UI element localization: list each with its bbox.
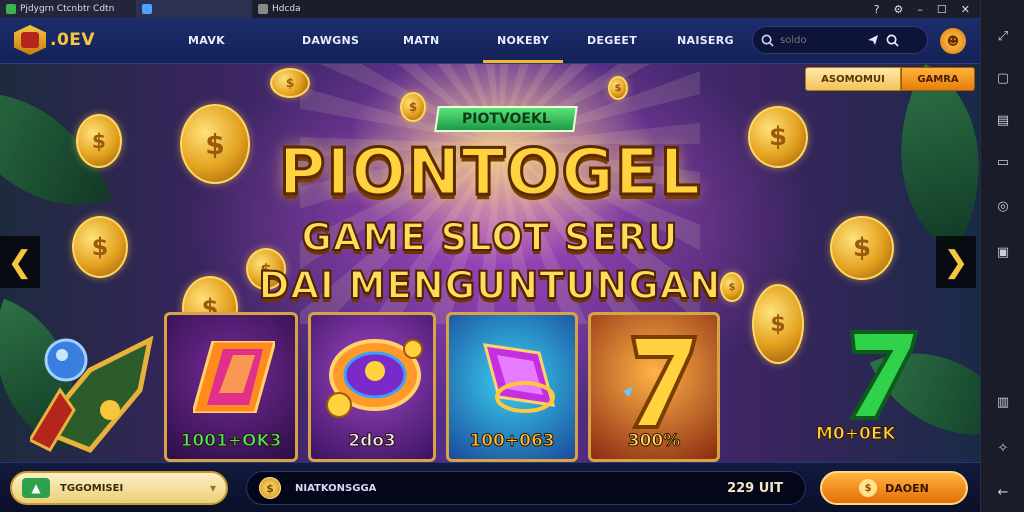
browser-tab[interactable]: Hdcda [252, 0, 362, 18]
green-seven-icon [848, 330, 919, 420]
nav-item-mavk[interactable]: MAVK [188, 34, 225, 47]
emulator-toolbar: ⤢ ▢ ▤ ▭ ◎ ▣ ▥ ✧ ← [980, 0, 1024, 512]
browser-tab[interactable]: Pjdygrn Ctcnbtr Cdtn [0, 0, 136, 18]
balance-amount: 229 UIT [727, 480, 783, 496]
screenshot-icon[interactable]: ▢ [993, 68, 1013, 88]
hero-title: PIONTOGEL [277, 135, 702, 212]
game-card[interactable]: 300% [588, 312, 720, 462]
notification-icon[interactable] [866, 33, 880, 47]
folder-icon[interactable]: ▤ [993, 110, 1013, 130]
lucky-seven-icon [623, 335, 698, 429]
chevron-left-icon: ❮ [7, 244, 33, 280]
browser-tab-active[interactable] [136, 0, 252, 18]
app-favicon-icon [258, 4, 268, 14]
site-navbar: .0EV MAVK DAWGNS MATN NOKEBY DEGEET NAIS… [0, 18, 980, 64]
card-label: 100+063 [469, 431, 555, 452]
maximize-icon[interactable]: ☐ [937, 3, 947, 16]
multi-window-icon[interactable]: ▣ [993, 242, 1013, 262]
banner-tag: PIOTVOEKL [434, 106, 578, 132]
deposit-label: DAOEN [885, 481, 929, 495]
browser-tab-bar: Pjdygrn Ctcnbtr Cdtn Hdcda ? ⚙ – ☐ ✕ [0, 0, 1024, 18]
coin-icon: $ [608, 76, 628, 100]
treasure-chest-icon [30, 335, 154, 453]
app-favicon-icon [6, 4, 16, 14]
layers-icon[interactable]: ▥ [993, 392, 1013, 412]
coin-icon: $ [400, 92, 426, 122]
carousel-next-button[interactable]: ❯ [936, 236, 976, 288]
nav-item-naiserg[interactable]: NAISERG [677, 34, 734, 47]
avatar[interactable]: ☻ [940, 28, 966, 54]
nav-item-matn[interactable]: MATN [403, 34, 440, 47]
search-input[interactable] [780, 34, 860, 46]
gear-icon[interactable]: ⚙ [894, 3, 904, 16]
deposit-button[interactable]: $ DAOEN [820, 471, 968, 505]
logo-text: .0EV [50, 30, 96, 50]
keyboard-icon[interactable]: ▭ [993, 152, 1013, 172]
site-logo[interactable]: .0EV [14, 25, 95, 55]
carousel-prev-button[interactable]: ❮ [0, 236, 40, 288]
game-card[interactable]: 100+063 [446, 312, 578, 462]
promo-icon: ▲ [22, 478, 50, 498]
wallet-icon: $ [859, 479, 878, 497]
gem-icon [193, 341, 275, 413]
hero-subtitle-1: GAME SLOT SERU [301, 215, 679, 260]
game-pill-button[interactable]: GAMRA [901, 67, 975, 91]
nav-item-degeet[interactable]: DEGEET [587, 34, 637, 47]
bottom-action-bar: ▲ TGGOMISEI ▾ $ NIATKONSGGA 229 UIT $ DA… [0, 462, 980, 512]
promo-text: TGGOMISEI [60, 482, 124, 494]
location-icon[interactable]: ◎ [993, 196, 1013, 216]
game-card[interactable]: 2do3 [308, 312, 436, 462]
game-card[interactable]: 1001+OK3 [164, 312, 298, 462]
roulette-wheel-icon [326, 339, 423, 418]
search-icon[interactable] [761, 34, 774, 47]
search-bar [752, 26, 928, 54]
fullscreen-icon[interactable]: ⤢ [993, 26, 1013, 46]
banner-tag-text: PIOTVOEKL [461, 111, 551, 127]
chevron-down-icon: ▾ [209, 481, 216, 495]
search-submit-icon[interactable] [886, 34, 899, 47]
hero-banner: $ $ $ $ $ $ $ $ $ $ $ $ ASOMOMUI GAMRA P… [0, 64, 980, 462]
close-icon[interactable]: ✕ [961, 3, 970, 16]
promo-dropdown[interactable]: ▲ TGGOMISEI ▾ [10, 471, 228, 505]
nav-item-dawgns[interactable]: DAWGNS [302, 34, 359, 47]
login-pill-button[interactable]: ASOMOMUI [805, 67, 901, 91]
app-favicon-icon [142, 4, 152, 14]
card-label: 1001+OK3 [180, 431, 282, 452]
hero-subtitle-2: DAI MENGUNTUNGAN [258, 263, 722, 308]
help-icon[interactable]: ? [874, 3, 880, 16]
tab-title: Pjdygrn Ctcnbtr Cdtn [20, 4, 115, 14]
coin-icon: $ [270, 68, 310, 98]
balance-display: $ NIATKONSGGA 229 UIT [246, 471, 806, 505]
purple-gem-icon [482, 343, 556, 413]
balance-label: NIATKONSGGA [295, 482, 377, 494]
nav-item-nokeby[interactable]: NOKEBY [482, 34, 564, 63]
logo-badge-icon [14, 25, 46, 55]
minimize-icon[interactable]: – [917, 3, 923, 16]
chevron-right-icon: ❯ [943, 244, 969, 280]
right-promo-label: M0+0EK [816, 424, 897, 445]
card-label: 2do3 [348, 431, 397, 452]
back-arrow-icon[interactable]: ← [993, 482, 1013, 502]
tab-title: Hdcda [272, 4, 301, 14]
window-controls: ? ⚙ – ☐ ✕ [874, 0, 970, 18]
settings-icon[interactable]: ✧ [993, 438, 1013, 458]
coin-icon: $ [259, 477, 281, 499]
card-label: 300% [627, 431, 681, 452]
